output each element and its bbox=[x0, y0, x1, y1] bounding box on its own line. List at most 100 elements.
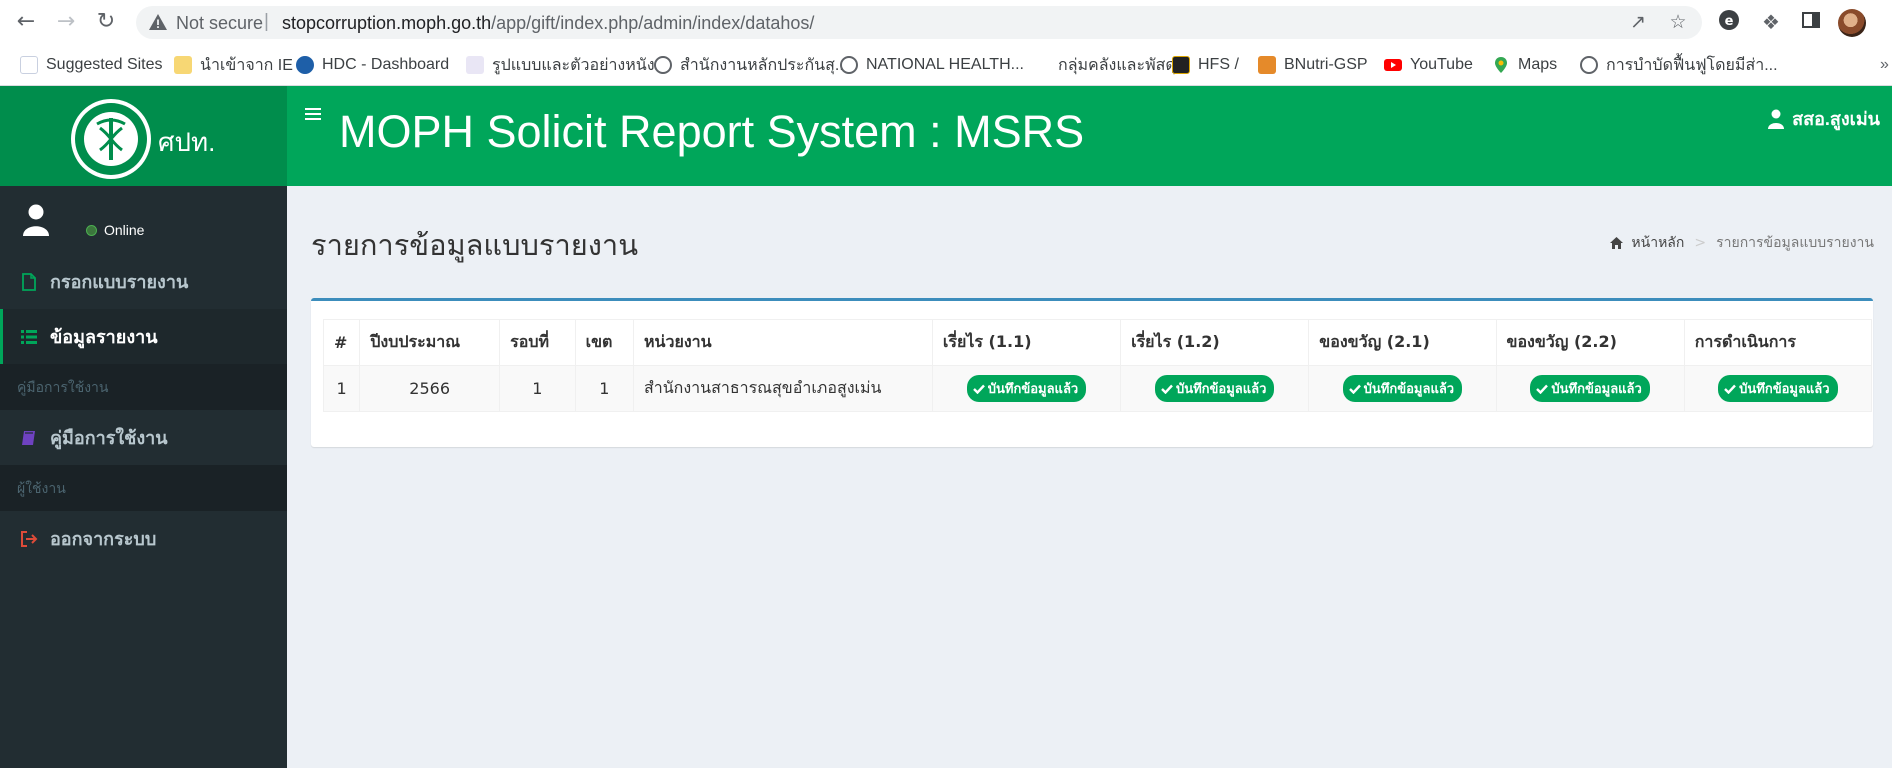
app-title: MOPH Solicit Report System : MSRS bbox=[339, 106, 1085, 157]
reload-button[interactable]: ↻ bbox=[92, 8, 120, 36]
sidebar-item-label: กรอกแบบรายงาน bbox=[50, 272, 189, 292]
status-badge-label: บันทึกข้อมูลแล้ว bbox=[1551, 382, 1642, 397]
bookmark-bnutri[interactable]: BNutri-GSP bbox=[1258, 53, 1368, 77]
sidebar-item-report-data[interactable]: ข้อมูลรายงาน bbox=[0, 309, 287, 364]
bookmark-label: HDC - Dashboard bbox=[322, 56, 450, 73]
bookmark-nhso[interactable]: สำนักงานหลักประกันสุ... bbox=[654, 53, 848, 77]
col-header-action: การดำเนินการ bbox=[1683, 319, 1873, 366]
bookmark-label: Maps bbox=[1518, 56, 1558, 73]
sidebar-toggle-icon[interactable] bbox=[305, 108, 321, 122]
bookmark-finance[interactable]: กลุ่มคลังและพัสดุ bbox=[1058, 53, 1176, 77]
bookmark-label: Suggested Sites bbox=[46, 56, 163, 73]
bookmark-hdc[interactable]: HDC - Dashboard bbox=[296, 53, 449, 77]
back-button[interactable]: ← bbox=[12, 8, 40, 36]
browser-toolbar: ← → ↻ Not secure | stopcorruption.moph.g… bbox=[0, 0, 1892, 44]
globe-icon bbox=[654, 56, 672, 74]
extension-e-icon[interactable]: e bbox=[1716, 9, 1742, 35]
check-icon bbox=[1536, 384, 1549, 394]
cell-unit: สำนักงานสาธารณสุขอำเภอสูงเม่น bbox=[632, 365, 933, 412]
logo-area[interactable]: ศปท. bbox=[0, 86, 287, 186]
user-icon bbox=[1768, 109, 1785, 129]
moph-seal-logo bbox=[71, 99, 151, 179]
home-icon bbox=[1610, 237, 1624, 249]
user-avatar-icon bbox=[23, 204, 49, 236]
bookmark-youtube[interactable]: YouTube bbox=[1384, 53, 1473, 77]
bookmark-rehab[interactable]: การบำบัดฟื้นฟูโดยมีส่า... bbox=[1580, 53, 1778, 77]
col-header-gift-2-1: ของขวัญ (2.1) bbox=[1308, 319, 1497, 366]
status-badge[interactable]: บันทึกข้อมูลแล้ว bbox=[1154, 375, 1275, 402]
list-icon bbox=[21, 329, 37, 344]
bookmark-suggested-sites[interactable]: Suggested Sites bbox=[20, 53, 163, 77]
bookmark-label: นำเข้าจาก IE bbox=[200, 56, 293, 74]
col-header-solicit-1-2: เรี่ยไร (1.2) bbox=[1120, 319, 1310, 366]
bookmark-label: สำนักงานหลักประกันสุ... bbox=[680, 56, 849, 74]
globe-icon bbox=[1580, 56, 1598, 74]
online-label: Online bbox=[104, 222, 145, 238]
bookmark-hfs[interactable]: HFS / bbox=[1172, 53, 1239, 77]
sidebar-item-label: ข้อมูลรายงาน bbox=[50, 327, 158, 347]
bookmark-label: NATIONAL HEALTH... bbox=[866, 56, 1024, 73]
share-icon[interactable]: ↗ bbox=[1626, 10, 1650, 34]
sidebar: Online กรอกแบบรายงาน ข้อมูลรายงาน คู่มือ… bbox=[0, 186, 287, 768]
bookmarks-more-chevron[interactable]: » bbox=[1880, 56, 1889, 74]
bookmark-link-icon bbox=[466, 56, 484, 74]
status-badge[interactable]: บันทึกข้อมูลแล้ว bbox=[1530, 375, 1650, 402]
hdc-icon bbox=[296, 56, 314, 74]
sidebar-item-label: คู่มือการใช้งาน bbox=[50, 428, 168, 448]
status-badge-label: บันทึกข้อมูลแล้ว bbox=[1363, 382, 1455, 397]
col-header-round: รอบที่ bbox=[499, 319, 576, 366]
cell-gift-2-2: บันทึกข้อมูลแล้ว bbox=[1495, 365, 1685, 412]
top-navbar: MOPH Solicit Report System : MSRS สสอ.สู… bbox=[287, 86, 1892, 186]
sidebar-item-manual[interactable]: คู่มือการใช้งาน bbox=[0, 410, 287, 465]
sidebar-item-logout[interactable]: ออกจากระบบ bbox=[0, 511, 287, 566]
action-badge[interactable]: บันทึกข้อมูลแล้ว bbox=[1718, 375, 1838, 402]
cell-solicit-1-2: บันทึกข้อมูลแล้ว bbox=[1120, 365, 1310, 412]
sidebar-item-label: ออกจากระบบ bbox=[50, 529, 157, 549]
url-separator: | bbox=[264, 11, 269, 32]
side-panel-icon[interactable] bbox=[1798, 9, 1824, 35]
page-title: รายการข้อมูลแบบรายงาน bbox=[311, 228, 639, 262]
table-row: 1 2566 1 1 สำนักงานสาธารณสุขอำเภอสูงเม่น… bbox=[322, 365, 1873, 412]
sidebar-item-fill-report[interactable]: กรอกแบบรายงาน bbox=[0, 254, 287, 309]
col-header-zone: เขต bbox=[574, 319, 634, 366]
cell-gift-2-1: บันทึกข้อมูลแล้ว bbox=[1308, 365, 1497, 412]
bookmark-pattern[interactable]: รูปแบบและตัวอย่างหนัง... bbox=[466, 53, 668, 77]
bookmark-national-health[interactable]: NATIONAL HEALTH... bbox=[840, 53, 1024, 77]
url-path: /app/gift/index.php/admin/index/datahos/ bbox=[491, 13, 815, 33]
sign-out-icon bbox=[21, 530, 38, 547]
bookmark-maps[interactable]: Maps bbox=[1492, 53, 1557, 77]
status-badge[interactable]: บันทึกข้อมูลแล้ว bbox=[966, 375, 1087, 402]
puzzle-icon[interactable]: ❖ bbox=[1758, 9, 1784, 35]
maps-icon bbox=[1495, 57, 1507, 73]
star-icon[interactable]: ☆ bbox=[1666, 10, 1690, 34]
status-badge-label: บันทึกข้อมูลแล้ว bbox=[1175, 382, 1267, 397]
check-icon bbox=[1161, 384, 1173, 394]
col-header-year: ปีงบประมาณ bbox=[359, 319, 501, 366]
sidebar-header-manual: คู่มือการใช้งาน bbox=[0, 364, 287, 410]
cell-zone: 1 bbox=[574, 365, 634, 412]
profile-avatar[interactable] bbox=[1838, 9, 1866, 37]
report-table: # ปีงบประมาณ รอบที่ เขต หน่วยงาน เรี่ยไร… bbox=[322, 319, 1873, 412]
globe-icon bbox=[840, 56, 858, 74]
url-text[interactable]: stopcorruption.moph.go.th/app/gift/index… bbox=[282, 13, 814, 34]
online-status: Online bbox=[86, 222, 144, 238]
status-badge[interactable]: บันทึกข้อมูลแล้ว bbox=[1342, 375, 1463, 402]
address-bar[interactable]: Not secure | stopcorruption.moph.go.th/a… bbox=[136, 6, 1702, 39]
breadcrumb-separator: > bbox=[1694, 235, 1707, 251]
bookmarks-bar: Suggested Sites นำเข้าจาก IE HDC - Dashb… bbox=[0, 44, 1892, 86]
bookmark-ie[interactable]: นำเข้าจาก IE bbox=[174, 53, 293, 77]
bookmark-label: การบำบัดฟื้นฟูโดยมีส่า... bbox=[1606, 56, 1778, 74]
breadcrumb-home[interactable]: หน้าหลัก bbox=[1631, 232, 1684, 254]
url-host: stopcorruption.moph.go.th bbox=[282, 13, 492, 33]
col-header-no: # bbox=[322, 319, 361, 366]
check-icon bbox=[1348, 384, 1361, 394]
cell-year: 2566 bbox=[359, 365, 501, 412]
bookmark-label: กลุ่มคลังและพัสดุ bbox=[1058, 56, 1176, 74]
cell-solicit-1-1: บันทึกข้อมูลแล้ว bbox=[931, 365, 1122, 412]
forward-button[interactable]: → bbox=[52, 8, 80, 36]
user-menu[interactable]: สสอ.สูงเม่น bbox=[1768, 104, 1880, 133]
bookmark-label: HFS / bbox=[1198, 56, 1239, 73]
table-header-row: # ปีงบประมาณ รอบที่ เขต หน่วยงาน เรี่ยไร… bbox=[322, 319, 1873, 366]
cell-no: 1 bbox=[322, 365, 361, 412]
bookmark-label: รูปแบบและตัวอย่างหนัง... bbox=[492, 56, 668, 74]
